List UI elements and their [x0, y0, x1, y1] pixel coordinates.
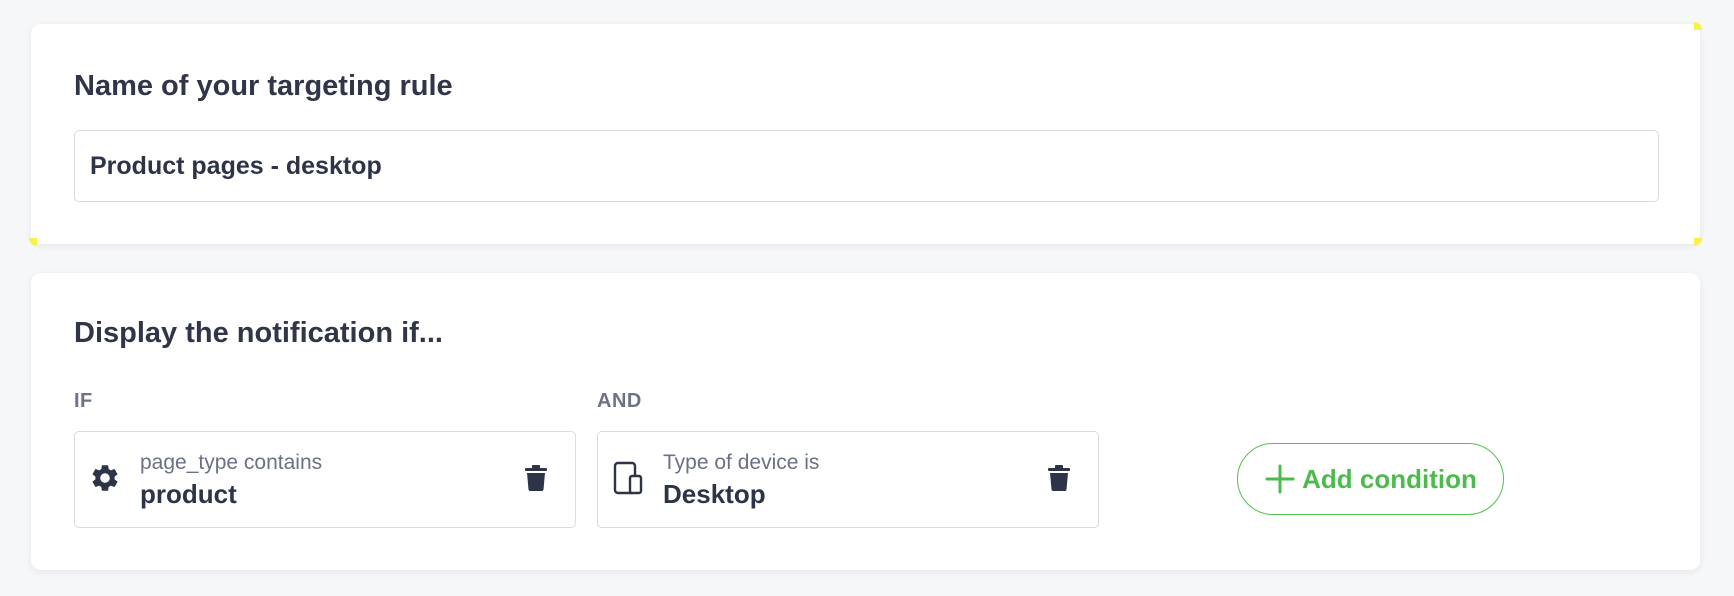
- condition-subtitle: Type of device is: [663, 451, 820, 474]
- plus-icon: [1264, 463, 1296, 495]
- gear-icon: [89, 460, 121, 496]
- rule-name-title: Name of your targeting rule: [74, 70, 453, 102]
- rule-name-card: Name of your targeting rule: [29, 22, 1702, 246]
- condition-device-type[interactable]: Type of device is Desktop: [597, 431, 1099, 528]
- condition-page-type[interactable]: page_type contains product: [74, 431, 576, 528]
- conditions-title: Display the notification if...: [74, 317, 443, 349]
- condition-subtitle: page_type contains: [140, 451, 323, 474]
- rule-name-input[interactable]: [74, 130, 1659, 202]
- trash-icon[interactable]: [523, 463, 549, 493]
- trash-icon[interactable]: [1046, 463, 1072, 493]
- and-label: AND: [597, 390, 642, 412]
- devices-icon: [612, 460, 644, 496]
- condition-value: Desktop: [663, 479, 766, 509]
- add-condition-label: Add condition: [1302, 463, 1477, 494]
- conditions-card: Display the notification if... IF AND pa…: [31, 273, 1700, 570]
- if-label: IF: [74, 390, 93, 412]
- add-condition-button[interactable]: Add condition: [1237, 443, 1504, 515]
- condition-value: product: [140, 479, 237, 509]
